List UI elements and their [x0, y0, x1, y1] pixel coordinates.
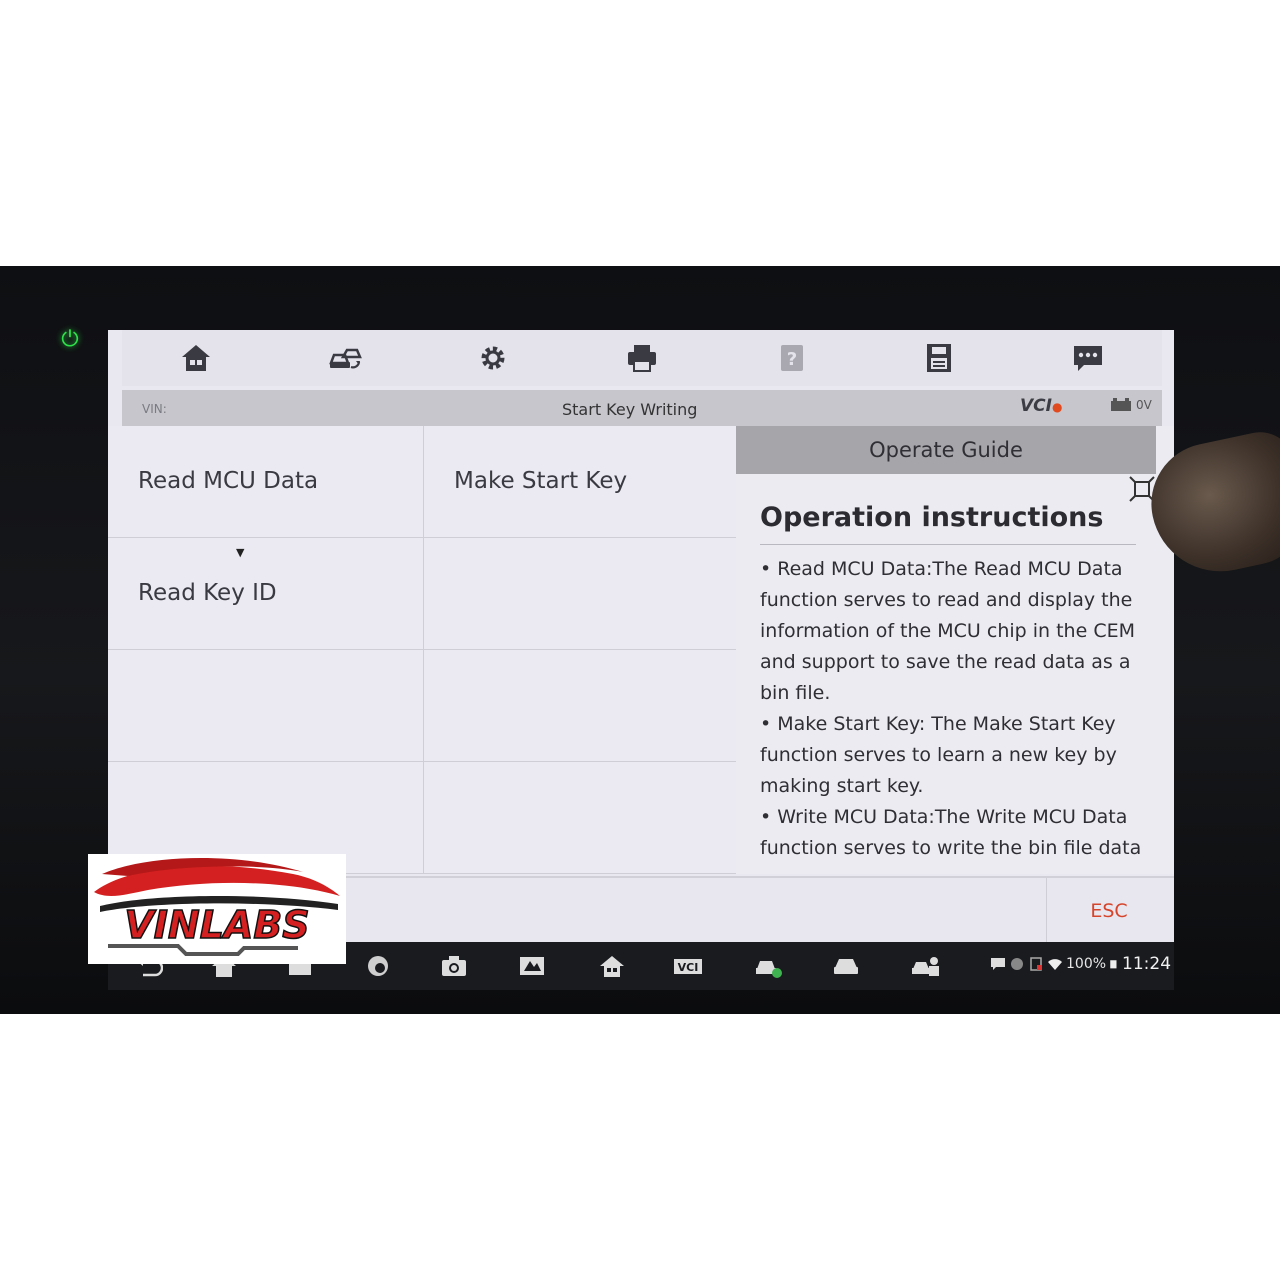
remote-expert-button[interactable] [906, 950, 946, 982]
sync-icon [1011, 958, 1023, 970]
vehicle-swap-icon [329, 348, 362, 369]
save-button[interactable] [907, 333, 971, 383]
function-make-start-key[interactable]: Make Start Key [424, 426, 740, 538]
esc-button[interactable]: ESC [1064, 896, 1154, 926]
status-area: 100% 11:24 [990, 954, 1171, 974]
vehicle-check-icon [756, 961, 782, 978]
print-button[interactable] [610, 333, 674, 383]
vci-manager-button[interactable]: VCI [668, 950, 708, 982]
function-read-key-id[interactable]: Read Key ID [108, 538, 424, 650]
remote-expert-icon [912, 957, 939, 976]
vehicle-button[interactable] [826, 950, 866, 982]
action-divider [1046, 878, 1047, 944]
display-settings-icon [520, 957, 544, 975]
battery-voltage-text: 0V [1136, 398, 1152, 412]
settings-icon [481, 346, 505, 370]
settings-button[interactable] [461, 333, 525, 383]
vin-bar: VIN: Start Key Writing VCI● 0V [122, 390, 1162, 426]
function-label: Read Key ID [138, 580, 277, 606]
guide-paragraph: • Read MCU Data:The Read MCU Data functi… [760, 558, 1135, 704]
maxisys-home-icon [600, 956, 624, 977]
logo-text: VINLABS [124, 903, 309, 947]
guide-divider [760, 544, 1136, 545]
battery-voltage: 0V [1110, 398, 1152, 412]
home-button[interactable] [164, 333, 228, 383]
print-icon [627, 345, 656, 372]
function-cell-empty [424, 538, 740, 650]
power-icon: ⏻ [61, 327, 79, 352]
no-sim-icon [1030, 957, 1042, 971]
vehicle-status-button[interactable] [748, 950, 788, 982]
function-label: Read MCU Data [138, 468, 319, 494]
car-icon [834, 959, 858, 974]
battery-percent: 100% [1066, 956, 1107, 972]
guide-paragraph: • Write MCU Data:The Write MCU Data func… [760, 806, 1142, 859]
browser-icon [368, 956, 388, 976]
data-logging-icon [1073, 346, 1102, 371]
guide-body: • Read MCU Data:The Read MCU Data functi… [760, 554, 1144, 864]
vin-label: VIN: [142, 402, 167, 416]
vci-label: VCI [1020, 396, 1052, 416]
function-cell-empty [424, 762, 740, 874]
help-icon: ? [780, 345, 803, 371]
function-cell-empty [424, 650, 740, 762]
guide-paragraph: • Make Start Key: The Make Start Key fun… [760, 713, 1117, 797]
help-button[interactable]: ? [759, 333, 823, 383]
svg-text:?: ? [786, 349, 796, 370]
page-title: Start Key Writing [562, 400, 698, 419]
function-grid: Read MCU Data Make Start Key Read Key ID… [108, 426, 740, 874]
display-settings-button[interactable] [512, 950, 552, 982]
top-toolbar: ? [122, 330, 1162, 386]
car-battery-icon [1111, 398, 1131, 411]
save-icon [927, 344, 952, 372]
data-logging-button[interactable] [1056, 333, 1120, 383]
wifi-icon [1048, 959, 1062, 970]
browser-button[interactable] [358, 950, 398, 982]
clock: 11:24 [1122, 954, 1172, 974]
vci-nav-label: VCI [678, 961, 699, 974]
vehicle-swap-button[interactable] [313, 333, 377, 383]
guide-title: Operation instructions [760, 502, 1104, 533]
message-icon [991, 958, 1005, 970]
vci-status-badge: VCI● [1020, 396, 1062, 416]
camera-icon [442, 956, 466, 976]
function-label: Make Start Key [454, 468, 628, 494]
operate-guide-panel: Operate Guide Operation instructions • R… [736, 426, 1174, 874]
operate-guide-header[interactable]: Operate Guide [736, 426, 1156, 474]
function-cell-empty [108, 650, 424, 762]
function-read-mcu-data[interactable]: Read MCU Data [108, 426, 424, 538]
vci-manager-icon: VCI [674, 959, 702, 974]
touch-cursor-icon: ▼ [236, 546, 245, 559]
maxisys-home-button[interactable] [592, 950, 632, 982]
home-icon [182, 345, 211, 371]
vinlabs-logo: VINLABS [88, 854, 346, 964]
battery-icon [1110, 960, 1117, 969]
camera-button[interactable] [434, 950, 474, 982]
vci-status-dot-icon: ● [1051, 400, 1063, 414]
